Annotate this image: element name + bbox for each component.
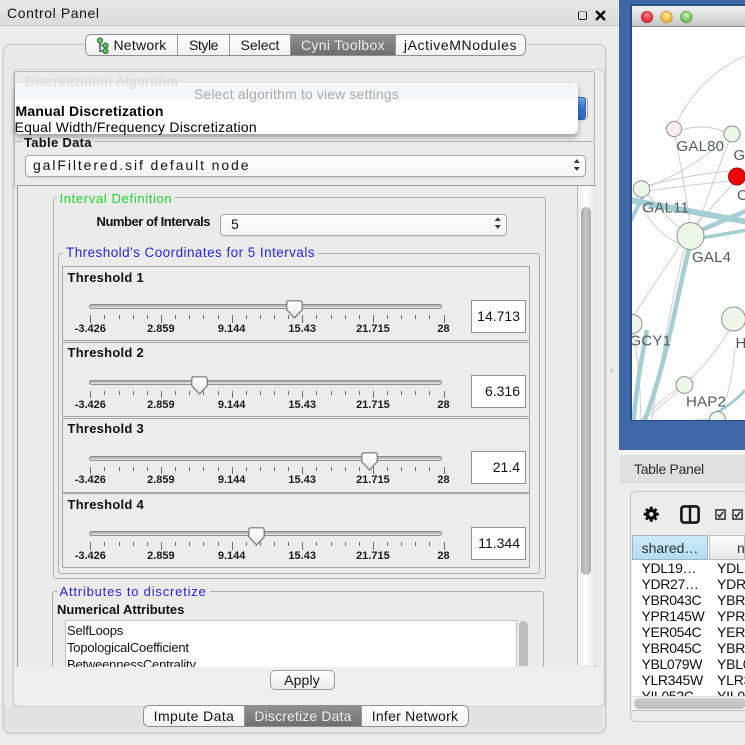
svg-text:GAL4: GAL4 — [692, 249, 731, 266]
svg-text:GCY1: GCY1 — [630, 333, 672, 350]
svg-text:GAL11: GAL11 — [643, 200, 690, 217]
svg-text:HAP2: HAP2 — [686, 394, 726, 411]
svg-text:HIS4: HIS4 — [736, 335, 745, 352]
svg-text:GAL80: GAL80 — [677, 138, 725, 155]
svg-text:C: C — [737, 187, 745, 204]
svg-text:G.: G. — [734, 147, 745, 164]
